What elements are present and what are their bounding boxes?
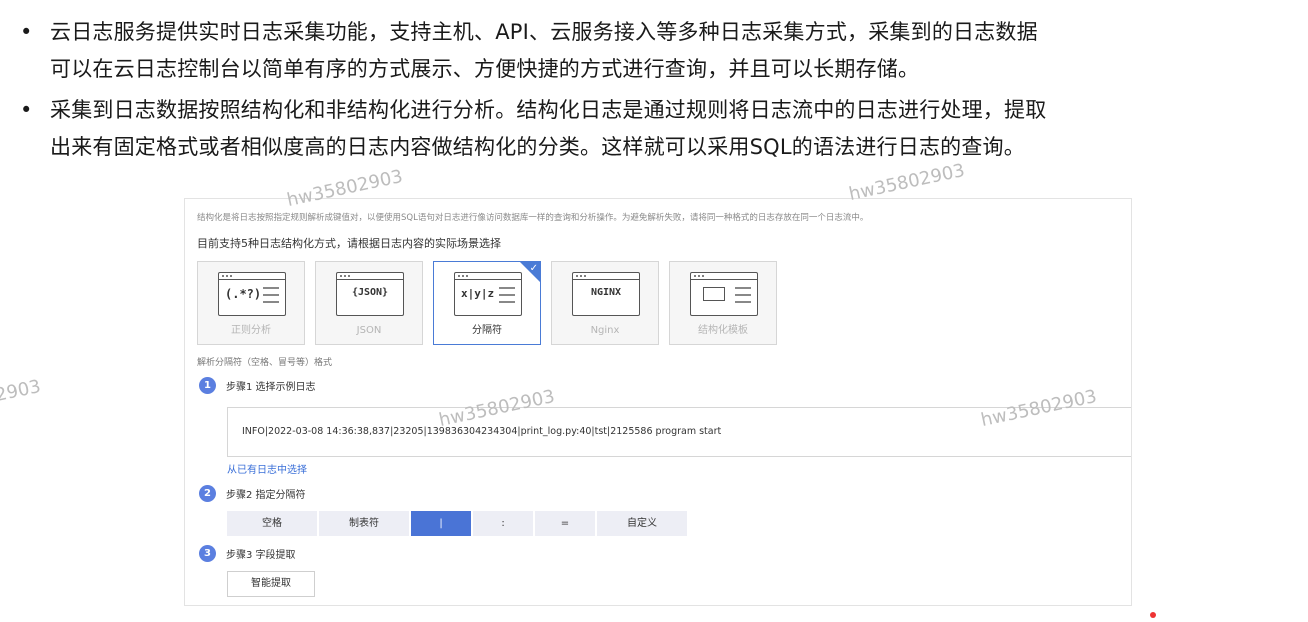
json-icon: {JSON} — [336, 272, 404, 316]
step-label: 步骤3 字段提取 — [226, 550, 296, 561]
step-3: 3 步骤3 字段提取 — [199, 545, 296, 562]
nginx-icon: NGINX — [572, 272, 640, 316]
method-card-label: Nginx — [590, 325, 620, 336]
delimiter-custom-button[interactable]: 自定义 — [597, 511, 687, 536]
bullet-line: 采集到日志数据按照结构化和非结构化进行分析。结构化日志是通过规则将日志流中的日志… — [50, 98, 1047, 122]
step-label: 步骤2 指定分隔符 — [226, 490, 306, 501]
method-card-label: JSON — [356, 325, 382, 336]
method-card-label: 正则分析 — [231, 325, 271, 336]
template-icon — [690, 272, 758, 316]
delimiter-options: 空格 制表符 | : = 自定义 — [227, 511, 689, 536]
structuring-method-cards: (.*?) 正则分析 {JSON} JSON x|y|z 分隔符 ✓ NGINX… — [197, 261, 777, 345]
smart-extract-button[interactable]: 智能提取 — [227, 571, 315, 597]
format-label: 解析分隔符（空格、冒号等）格式 — [197, 358, 333, 368]
choose-existing-log-link[interactable]: 从已有日志中选择 — [227, 461, 307, 476]
delimiter-equals-button[interactable]: = — [535, 511, 595, 536]
bullet-line: 可以在云日志控制台以简单有序的方式展示、方便快捷的方式进行查询，并且可以长期存储… — [50, 57, 920, 81]
sample-log-box[interactable]: INFO|2022-03-08 14:36:38,837|23205|13983… — [227, 407, 1131, 457]
step-label: 步骤1 选择示例日志 — [226, 382, 316, 393]
panel-subtitle: 目前支持5种日志结构化方式，请根据日志内容的实际场景选择 — [197, 237, 501, 250]
delimiter-icon: x|y|z — [454, 272, 522, 316]
log-structuring-panel: 结构化是将日志按照指定规则解析成键值对，以便使用SQL语句对日志进行像访问数据库… — [184, 198, 1132, 606]
bullet-list: • 云日志服务提供实时日志采集功能，支持主机、API、云服务接入等多种日志采集方… — [18, 14, 1298, 170]
delimiter-space-button[interactable]: 空格 — [227, 511, 317, 536]
method-card-regex[interactable]: (.*?) 正则分析 — [197, 261, 305, 345]
bullet-item: • 云日志服务提供实时日志采集功能，支持主机、API、云服务接入等多种日志采集方… — [18, 14, 1298, 88]
bullet-dot: • — [20, 98, 33, 122]
bullet-dot: • — [20, 20, 33, 44]
step-badge: 1 — [199, 377, 216, 394]
step-2: 2 步骤2 指定分隔符 — [199, 485, 306, 502]
method-card-nginx[interactable]: NGINX Nginx — [551, 261, 659, 345]
method-card-template[interactable]: 结构化模板 — [669, 261, 777, 345]
step-1: 1 步骤1 选择示例日志 — [199, 377, 316, 394]
panel-note: 结构化是将日志按照指定规则解析成键值对，以便使用SQL语句对日志进行像访问数据库… — [197, 213, 869, 223]
method-card-label: 结构化模板 — [698, 325, 748, 336]
selected-check-icon: ✓ — [520, 262, 540, 282]
bullet-item: • 采集到日志数据按照结构化和非结构化进行分析。结构化日志是通过规则将日志流中的… — [18, 92, 1298, 166]
delimiter-tab-button[interactable]: 制表符 — [319, 511, 409, 536]
sample-log-text: INFO|2022-03-08 14:36:38,837|23205|13983… — [242, 426, 722, 437]
step-badge: 3 — [199, 545, 216, 562]
method-card-label: 分隔符 — [472, 325, 502, 336]
method-card-json[interactable]: {JSON} JSON — [315, 261, 423, 345]
bullet-line: 云日志服务提供实时日志采集功能，支持主机、API、云服务接入等多种日志采集方式，… — [50, 20, 1038, 44]
bullet-line: 出来有固定格式或者相似度高的日志内容做结构化的分类。这样就可以采用SQL的语法进… — [50, 135, 1025, 159]
step-badge: 2 — [199, 485, 216, 502]
decorative-mark — [1150, 612, 1156, 618]
watermark: hw35802903 — [0, 375, 43, 422]
delimiter-pipe-button[interactable]: | — [411, 511, 471, 536]
delimiter-colon-button[interactable]: : — [473, 511, 533, 536]
method-card-delimiter[interactable]: x|y|z 分隔符 ✓ — [433, 261, 541, 345]
regex-icon: (.*?) — [218, 272, 286, 316]
